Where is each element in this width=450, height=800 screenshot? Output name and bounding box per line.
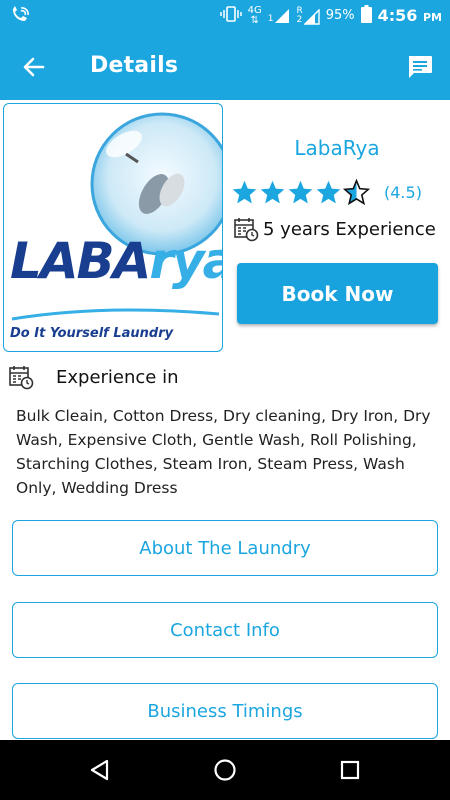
clock-ampm: PM (422, 11, 442, 24)
back-button[interactable] (18, 51, 50, 83)
data-arrows-icon: ⇅ (250, 14, 259, 26)
circle-home-icon (214, 759, 236, 781)
sim2-label: 2 (296, 14, 303, 25)
laundry-name: LabaRya (294, 136, 380, 160)
experience-in-header: Experience in (8, 364, 179, 390)
star-full-icon (232, 180, 257, 204)
sim1-label: 1 (267, 13, 274, 24)
signal-sim2-icon: R 2 (296, 6, 320, 25)
experience-text: 5 years Experience (263, 218, 436, 240)
rating-value: (4.5) (384, 183, 422, 202)
system-nav-bar (0, 740, 450, 800)
book-now-button[interactable]: Book Now (237, 263, 438, 324)
status-bar: 4G ⇅ 1 R 2 95% 4:56 PM (0, 0, 450, 31)
nav-back-button[interactable] (84, 754, 116, 786)
arrow-left-icon (23, 57, 45, 77)
network-type: 4G ⇅ (247, 4, 262, 26)
star-full-icon (288, 180, 313, 204)
battery-percent: 95% (325, 8, 355, 23)
calendar-clock-icon (9, 366, 34, 390)
experience-row: 5 years Experience (233, 216, 436, 242)
page-title: Details (90, 53, 179, 78)
rating: (4.5) (231, 179, 422, 206)
clock: 4:56 PM (378, 6, 442, 25)
about-laundry-button[interactable]: About The Laundry (12, 520, 438, 576)
rating-stars (231, 179, 370, 206)
experience-in-title: Experience in (56, 366, 179, 388)
logo-tagline: Do It Yourself Laundry (10, 326, 174, 341)
services-list: Bulk Cleain, Cotton Dress, Dry cleaning,… (16, 407, 431, 497)
business-timings-button[interactable]: Business Timings (12, 683, 438, 739)
clock-time: 4:56 (377, 6, 418, 25)
logo-word-part2: rya (149, 232, 222, 290)
bubble-logo-icon (11, 112, 222, 321)
battery-icon (360, 4, 372, 27)
nav-recents-button[interactable] (334, 754, 366, 786)
vibrate-icon (219, 5, 242, 26)
app-bar: Details (0, 31, 450, 100)
logo-word-part1: LABA (10, 232, 151, 290)
chat-button[interactable] (404, 51, 436, 83)
contact-info-button[interactable]: Contact Info (12, 602, 438, 658)
signal-sim1-icon: 1 (268, 8, 291, 24)
star-full-icon (260, 180, 285, 204)
star-full-icon (316, 180, 341, 204)
network-label: 4G (247, 4, 262, 16)
calendar-clock-icon (234, 218, 259, 242)
laundry-logo: LABArya Do It Yourself Laundry (3, 103, 223, 352)
wifi-calling-icon (10, 6, 30, 28)
star-half-icon (343, 179, 370, 206)
nav-home-button[interactable] (209, 754, 241, 786)
triangle-back-icon (90, 759, 109, 781)
chat-icon (409, 56, 432, 78)
logo-wordmark: LABArya (10, 232, 222, 290)
square-recents-icon (340, 760, 360, 780)
